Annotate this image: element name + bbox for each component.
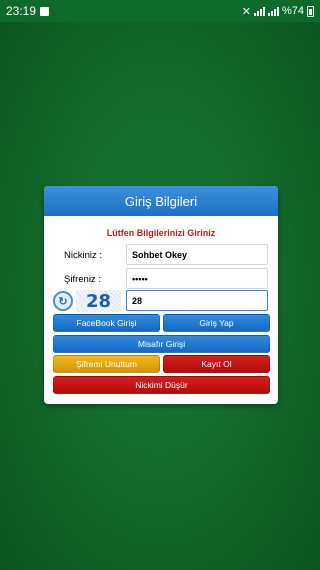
captcha-input[interactable]: 28 bbox=[126, 290, 268, 311]
login-button[interactable]: Giriş Yap bbox=[163, 314, 270, 332]
captcha-area: ↻ 28 bbox=[53, 290, 123, 312]
password-row: Şifreniz : ••••• bbox=[44, 268, 278, 290]
nick-row: Nickiniz : Sohbet Okey bbox=[44, 244, 278, 266]
dialog-subtitle: Lütfen Bilgilerinizi Giriniz bbox=[106, 228, 216, 238]
status-bar: 23:19 ✕ %74 bbox=[0, 0, 320, 22]
notification-icon bbox=[40, 6, 50, 16]
mute-icon: ✕ bbox=[241, 5, 251, 18]
facebook-login-button[interactable]: FaceBook Girişi bbox=[53, 314, 160, 332]
forgot-password-button[interactable]: Şifremi Unuttum bbox=[53, 355, 160, 373]
password-label: Şifreniz : bbox=[64, 273, 101, 285]
login-dialog: Giriş Bilgileri Lütfen Bilgilerinizi Gir… bbox=[44, 186, 278, 404]
battery-icon bbox=[307, 5, 314, 17]
nick-input[interactable]: Sohbet Okey bbox=[126, 244, 268, 265]
status-time: 23:19 bbox=[6, 4, 37, 18]
dialog-header: Giriş Bilgileri bbox=[44, 186, 278, 216]
refresh-captcha-icon[interactable]: ↻ bbox=[53, 291, 73, 311]
dialog-title: Giriş Bilgileri bbox=[124, 193, 198, 209]
captcha-code: 28 bbox=[76, 290, 121, 312]
nick-label: Nickiniz : bbox=[64, 249, 103, 261]
password-input[interactable]: ••••• bbox=[126, 268, 268, 289]
drop-nick-button[interactable]: Nickimi Düşür bbox=[53, 376, 270, 394]
signal-icon-2 bbox=[267, 6, 279, 16]
captcha-row: ↻ 28 28 bbox=[44, 290, 278, 312]
signal-icon bbox=[253, 6, 265, 16]
battery-percent: %74 bbox=[281, 5, 304, 17]
register-button[interactable]: Kayıt Ol bbox=[163, 355, 270, 373]
guest-login-button[interactable]: Misafır Girişi bbox=[53, 335, 270, 353]
